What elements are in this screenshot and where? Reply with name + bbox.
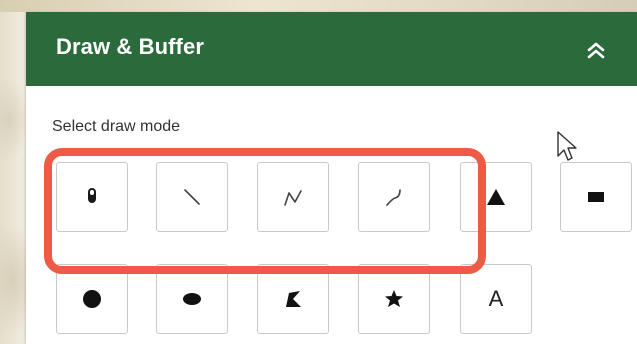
map-strip <box>0 0 637 12</box>
circle-icon <box>83 290 101 308</box>
triangle-icon <box>487 189 505 205</box>
draw-polyline-button[interactable] <box>257 162 329 232</box>
draw-mode-label: Select draw mode <box>52 118 181 135</box>
polygon-icon <box>286 291 301 307</box>
collapse-button[interactable] <box>574 30 618 70</box>
draw-polygon-button[interactable] <box>257 264 329 334</box>
freehand-polygon-icon <box>385 290 403 307</box>
panel-header: Draw & Buffer <box>26 12 637 86</box>
ellipse-icon <box>183 293 201 305</box>
draw-rectangle-button[interactable] <box>560 162 632 232</box>
draw-triangle-button[interactable] <box>460 162 532 232</box>
freehand-line-icon <box>386 189 401 206</box>
draw-line-button[interactable] <box>156 162 228 232</box>
draw-ellipse-button[interactable] <box>156 264 228 334</box>
draw-point-button[interactable] <box>56 162 128 232</box>
draw-text-button[interactable]: A <box>460 264 532 334</box>
polyline-icon <box>284 190 302 206</box>
line-icon <box>184 189 200 205</box>
point-icon <box>88 188 96 203</box>
text-icon: A <box>488 286 504 311</box>
draw-freehand-line-button[interactable] <box>358 162 430 232</box>
rectangle-icon <box>588 192 604 202</box>
draw-buffer-panel: Draw & Buffer Select draw mode A <box>26 12 637 344</box>
mouse-pointer-icon <box>557 131 577 161</box>
draw-circle-button[interactable] <box>56 264 128 334</box>
chevron-double-up-icon <box>587 42 605 59</box>
panel-title: Draw & Buffer <box>56 34 204 59</box>
draw-freehand-polygon-button[interactable] <box>358 264 430 334</box>
